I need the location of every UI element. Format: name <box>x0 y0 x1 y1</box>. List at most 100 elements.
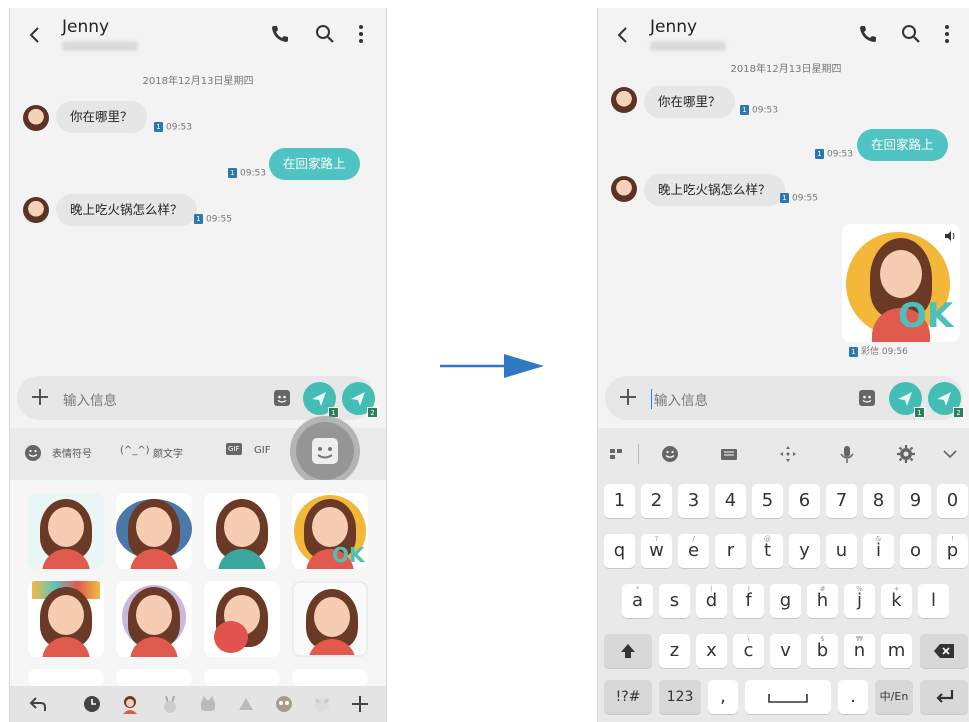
collapse-chevron-down-icon[interactable] <box>940 444 960 464</box>
key-letter[interactable]: g <box>770 584 801 618</box>
sticker-item[interactable] <box>116 493 192 569</box>
key-number[interactable]: 2 <box>641 484 672 518</box>
contact-avatar[interactable] <box>23 197 49 223</box>
key-letter[interactable]: \ c <box>733 634 764 668</box>
sticker-item[interactable] <box>28 669 104 686</box>
key-number[interactable]: 0 <box>937 484 968 518</box>
sticker-icon[interactable] <box>272 388 292 408</box>
contact-avatar[interactable] <box>23 105 49 131</box>
bird-pack-icon[interactable] <box>236 694 256 714</box>
language-switch-key[interactable]: 中/En <box>875 680 913 714</box>
key-letter[interactable]: ₩ n <box>844 634 875 668</box>
key-number[interactable]: 5 <box>752 484 783 518</box>
sticker-item[interactable] <box>204 581 280 657</box>
sticker-item[interactable] <box>204 669 280 686</box>
key-number[interactable]: 4 <box>715 484 746 518</box>
message-bubble-outgoing[interactable]: 在回家路上 <box>857 129 948 161</box>
send-sim1-button[interactable]: 1 <box>889 382 925 418</box>
key-letter[interactable]: ? w <box>641 534 672 568</box>
key-letter[interactable]: x <box>696 634 727 668</box>
key-letter[interactable]: o <box>900 534 931 568</box>
key-letter[interactable]: u <box>826 534 857 568</box>
key-number[interactable]: 1 <box>604 484 635 518</box>
sticker-item[interactable] <box>292 669 368 686</box>
key-letter[interactable]: & i <box>863 534 894 568</box>
keyboard-menu-icon[interactable] <box>608 444 628 464</box>
ar-emoji-avatar-icon[interactable] <box>120 694 140 714</box>
message-input[interactable]: 输入信息 <box>63 389 117 409</box>
speaker-icon[interactable] <box>944 230 956 242</box>
sticker-item[interactable] <box>292 581 368 657</box>
sticker-item[interactable] <box>116 669 192 686</box>
key-letter[interactable]: ! p <box>937 534 968 568</box>
key-letter[interactable]: y <box>789 534 820 568</box>
key-number[interactable]: 3 <box>678 484 709 518</box>
emoji-icon[interactable] <box>660 444 680 464</box>
phone-call-icon[interactable] <box>856 22 880 46</box>
cat-pack-icon[interactable] <box>198 694 218 714</box>
sticker-icon[interactable] <box>857 388 877 408</box>
key-letter[interactable]: r <box>715 534 746 568</box>
sloth-pack-icon[interactable] <box>274 694 294 714</box>
more-options-icon[interactable] <box>349 22 373 46</box>
message-bubble-incoming[interactable]: 晚上吃火锅怎么样？ <box>56 194 197 226</box>
recent-clock-icon[interactable] <box>82 694 102 714</box>
key-letter[interactable]: m <box>881 634 912 668</box>
tab-gif[interactable]: GIF <box>254 445 270 456</box>
back-arrow-icon[interactable] <box>612 24 634 46</box>
key-letter[interactable]: q <box>604 534 635 568</box>
key-letter[interactable]: z <box>659 634 690 668</box>
kaomoji-symbol[interactable]: (^_^) <box>120 445 150 456</box>
more-options-icon[interactable] <box>935 22 959 46</box>
key-letter[interactable]: @ t <box>752 534 783 568</box>
key-number[interactable]: 9 <box>900 484 931 518</box>
message-bubble-incoming[interactable]: 你在哪里？ <box>56 101 147 133</box>
comma-key[interactable]: , <box>708 680 738 714</box>
enter-key[interactable] <box>920 680 968 714</box>
send-sim1-button[interactable]: 1 <box>303 382 339 418</box>
key-number[interactable]: 7 <box>826 484 857 518</box>
keyboard-layout-icon[interactable] <box>719 444 739 464</box>
attach-plus-icon[interactable] <box>617 386 639 408</box>
message-bubble-incoming[interactable]: 你在哪里？ <box>644 86 735 118</box>
message-input[interactable]: 输入信息 <box>651 389 708 409</box>
cursor-move-icon[interactable] <box>778 444 798 464</box>
sticker-item[interactable] <box>204 493 280 569</box>
key-letter[interactable]: (d <box>696 584 727 618</box>
contact-avatar[interactable] <box>611 87 637 113</box>
key-letter[interactable]: l <box>918 584 949 618</box>
contact-avatar[interactable] <box>611 176 637 202</box>
tab-emoji[interactable]: 表情符号 <box>52 445 92 460</box>
undo-back-icon[interactable] <box>28 694 48 714</box>
key-letter[interactable]: / e <box>678 534 709 568</box>
key-letter[interactable]: + k <box>881 584 912 618</box>
phone-call-icon[interactable] <box>268 22 292 46</box>
message-bubble-outgoing[interactable]: 在回家路上 <box>269 148 360 180</box>
dog-pack-icon[interactable] <box>312 694 332 714</box>
microphone-icon[interactable] <box>837 444 857 464</box>
tab-kaomoji[interactable]: 颜文字 <box>153 445 183 460</box>
sticker-item[interactable]: OK <box>292 493 368 569</box>
emoji-icon[interactable] <box>24 444 42 462</box>
add-pack-plus-icon[interactable] <box>350 694 370 714</box>
key-letter[interactable]: $ b <box>807 634 838 668</box>
gif-badge-icon[interactable]: GIF <box>226 443 242 455</box>
key-letter[interactable]: # h <box>807 584 838 618</box>
sticker-item[interactable] <box>28 493 104 569</box>
search-icon[interactable] <box>899 22 923 46</box>
key-letter[interactable]: s <box>659 584 690 618</box>
search-icon[interactable] <box>313 22 337 46</box>
settings-gear-icon[interactable] <box>896 444 916 464</box>
sticker-item[interactable] <box>28 581 104 657</box>
key-letter[interactable]: v <box>770 634 801 668</box>
bunny-pack-icon[interactable] <box>160 694 180 714</box>
message-bubble-incoming[interactable]: 晚上吃火锅怎么样？ <box>644 174 785 206</box>
numbers-key[interactable]: 123 <box>659 680 701 714</box>
period-key[interactable]: . <box>838 680 868 714</box>
key-letter[interactable]: ) f <box>733 584 764 618</box>
send-sim2-button[interactable]: 2 <box>342 382 378 418</box>
space-key[interactable] <box>745 680 831 714</box>
back-arrow-icon[interactable] <box>24 24 46 46</box>
symbols-key[interactable]: !?# <box>604 680 652 714</box>
shift-key[interactable] <box>604 634 652 668</box>
